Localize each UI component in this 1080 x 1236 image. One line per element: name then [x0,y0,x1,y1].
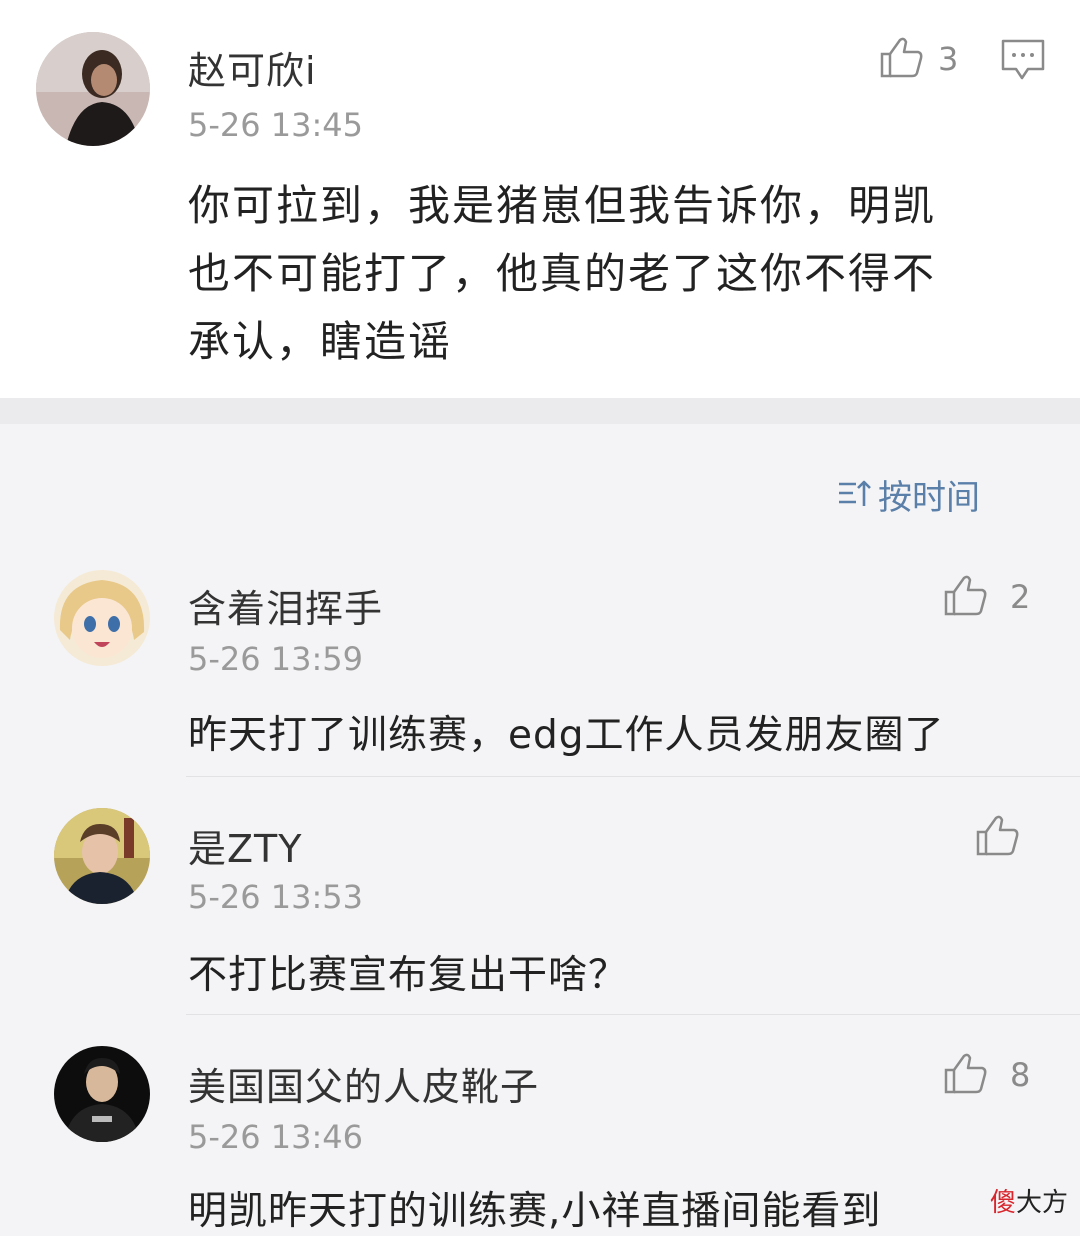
username[interactable]: 是ZTY [188,818,302,873]
thumbs-up-icon[interactable] [942,572,988,618]
sort-by-time-button[interactable]: 按时间 [836,472,980,518]
thumbs-up-icon[interactable] [974,812,1020,858]
username[interactable]: 含着泪挥手 [188,578,383,633]
thumbs-up-icon[interactable] [878,34,924,80]
user-photo-icon [36,32,150,146]
main-comment-card: 赵可欣i 5-26 13:45 3 你可拉到，我是猪崽但我告诉你，明凯 也不可能… [0,0,1080,398]
user-photo-icon [54,808,150,904]
avatar[interactable] [54,808,150,904]
avatar[interactable] [36,32,150,146]
section-divider [0,398,1080,424]
reply-body: 昨天打了训练赛，edg工作人员发朋友圈了 [188,713,945,758]
comment-time: 5-26 13:46 [188,1118,364,1156]
username[interactable]: 美国国父的人皮靴子 [188,1056,539,1111]
username[interactable]: 赵可欣i [188,40,317,95]
sort-label: 按时间 [878,477,980,518]
anime-avatar-icon [54,570,150,666]
reply-body: 明凯昨天打的训练赛,小祥直播间能看到 [188,1189,882,1234]
divider [186,776,1080,777]
comment-body: 你可拉到，我是猪崽但我告诉你，明凯 也不可能打了，他真的老了这你不得不 承认，瞎… [188,172,936,376]
like-count: 3 [938,40,959,78]
comment-time: 5-26 13:45 [188,106,364,144]
sort-icon [839,480,871,506]
like-count: 2 [1010,578,1031,616]
comment-line: 你可拉到，我是猪崽但我告诉你，明凯 [188,181,937,230]
comment-line: 也不可能打了，他真的老了这你不得不 [188,249,937,298]
watermark-accent: 傻 [990,1188,1017,1218]
comment-icon[interactable] [1000,38,1046,82]
like-count: 8 [1010,1056,1031,1094]
avatar[interactable] [54,1046,150,1142]
thumbs-up-icon[interactable] [942,1050,988,1096]
divider [186,1014,1080,1015]
comment-time: 5-26 13:59 [188,640,364,678]
comment-line: 承认，瞎造谣 [188,317,453,366]
user-photo-icon [54,1046,150,1142]
watermark-rest: 大方 [1016,1188,1069,1218]
comment-time: 5-26 13:53 [188,878,364,916]
avatar[interactable] [54,570,150,666]
reply-body: 不打比赛宣布复出干啥？ [188,953,629,998]
watermark: 傻大方 [990,1182,1068,1219]
